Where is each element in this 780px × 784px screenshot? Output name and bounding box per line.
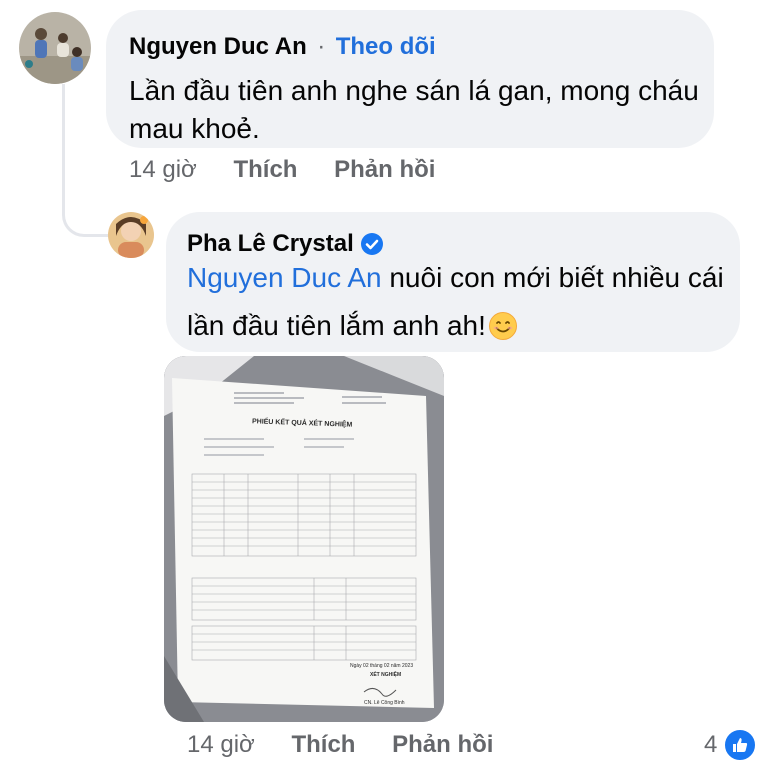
reply-actions: 14 giờ Thích Phản hồi xyxy=(187,731,493,759)
reply-button[interactable]: Phản hồi xyxy=(334,156,435,183)
reply-text-line-1: Nguyen Duc An nuôi con mới biết nhiều cá… xyxy=(187,257,724,299)
follow-link[interactable]: Theo dõi xyxy=(336,33,436,60)
reply-text: nuôi con mới biết nhiều cái xyxy=(381,262,724,293)
reaction-count: 4 xyxy=(704,731,718,758)
comment-timestamp[interactable]: 14 giờ xyxy=(129,156,197,183)
children-photo-avatar-icon xyxy=(19,12,91,84)
reply-timestamp[interactable]: 14 giờ xyxy=(187,731,255,758)
comment-text-line-2: mau khoẻ. xyxy=(129,113,260,144)
comment-author-name[interactable]: Nguyen Duc An xyxy=(129,33,307,60)
thread-connector xyxy=(62,170,109,237)
reply-text-line-2: lần đầu tiên lắm anh ah! xyxy=(187,305,518,347)
separator-dot: · xyxy=(317,33,326,60)
like-button[interactable]: Thích xyxy=(233,156,297,183)
thumbs-up-icon xyxy=(733,738,748,752)
avatar[interactable] xyxy=(19,12,91,84)
document-date: Ngày 02 tháng 02 năm 2023 xyxy=(350,663,414,669)
document-signer: CN. Lê Công Bình xyxy=(364,700,405,706)
comment-actions: 14 giờ Thích Phản hồi xyxy=(129,156,435,184)
woman-photo-avatar-icon xyxy=(108,212,154,258)
reply-bubble: Pha Lê Crystal Nguyen Duc An nuôi con mớ… xyxy=(166,212,740,352)
like-button[interactable]: Thích xyxy=(291,731,355,758)
like-icon xyxy=(723,728,758,762)
smiling-face-emoji-icon xyxy=(488,312,517,340)
verified-badge-icon xyxy=(360,233,383,255)
document-department: XÉT NGHIỆM xyxy=(370,672,402,678)
reaction-summary[interactable]: 4 xyxy=(704,728,758,762)
comment-text-line-1: Lần đầu tiên anh nghe sán lá gan, mong c… xyxy=(129,75,699,106)
reply-author-name[interactable]: Pha Lê Crystal xyxy=(187,230,354,258)
reply-button[interactable]: Phản hồi xyxy=(392,731,493,758)
reply-text: lần đầu tiên lắm anh ah! xyxy=(187,310,486,341)
comment-bubble: Nguyen Duc An · Theo dõi Lần đầu tiên an… xyxy=(106,10,714,148)
attachment-photo[interactable]: PHIẾU KẾT QUẢ XÉT NGHIỆM Ngày 02 tháng 0… xyxy=(164,356,444,722)
mention-link[interactable]: Nguyen Duc An xyxy=(187,262,382,293)
avatar[interactable] xyxy=(108,212,154,258)
